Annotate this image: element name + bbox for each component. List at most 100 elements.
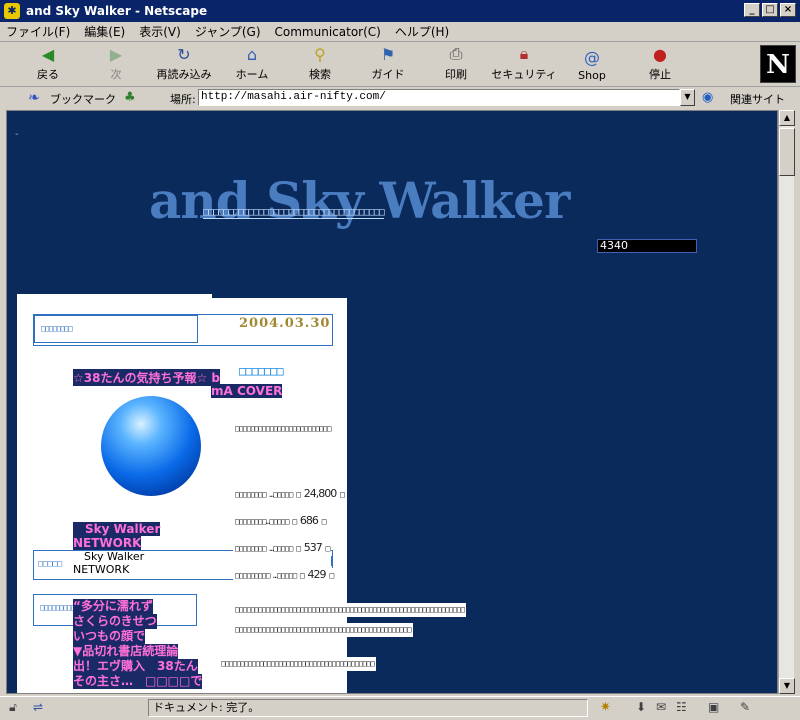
header-inner-box: □□□□□□□□ xyxy=(34,315,198,343)
description-text: □□□□□□□□□□□□□□□□□□□□□□□□□ xyxy=(233,422,333,436)
guide-signpost-icon: ⚑ xyxy=(380,44,396,64)
news-box-label: □□□□□□□□□ xyxy=(40,603,75,612)
network-link-line-1: Sky Walker xyxy=(73,522,161,536)
menu-view[interactable]: 表示(V) xyxy=(139,23,181,40)
post-date: 2004.03.30 xyxy=(239,316,331,331)
netscape-progress-icon: ✷ xyxy=(600,700,611,715)
back-label: 戻る xyxy=(37,68,59,81)
composer-icon[interactable]: ▣ xyxy=(708,700,719,714)
stat-row: □□□□□□□□□ …□□□□□ □ 429 □ xyxy=(233,568,336,583)
stat-end: □ xyxy=(329,571,334,580)
search-icon: ⚲ xyxy=(314,44,326,64)
online-connection-icon[interactable]: ⇌ xyxy=(26,700,50,716)
print-button[interactable]: ⎙ 印刷 xyxy=(422,43,490,85)
back-button[interactable]: ◀ 戻る xyxy=(14,43,82,85)
stop-label: 停止 xyxy=(649,68,671,81)
network-text[interactable]: Sky Walker NETWORK xyxy=(73,550,144,576)
news-item[interactable]: いつもの顔で xyxy=(73,629,146,644)
blue-sphere-image[interactable] xyxy=(101,396,201,496)
reload-icon: ↻ xyxy=(177,44,191,64)
maximize-button[interactable]: □ xyxy=(762,3,778,17)
minimize-button[interactable]: _ xyxy=(744,3,760,17)
menu-go[interactable]: ジャンプ(G) xyxy=(195,23,261,40)
mail-icon[interactable]: ✉ xyxy=(656,700,666,714)
news-item[interactable]: さくらのきせつ xyxy=(73,614,157,629)
panel-notch xyxy=(212,294,347,298)
url-dropdown-button[interactable]: ▼ xyxy=(680,89,695,106)
news-list: “多分に濡れず さくらのきせつ いつもの顔で ▼品切れ書店続理論 出！エヴ購入 … xyxy=(73,599,203,689)
navigator-icon[interactable]: ⬇ xyxy=(636,700,646,714)
ad-link-subtitle[interactable]: mA COVER xyxy=(211,384,283,398)
forward-arrow-icon: ▶ xyxy=(109,44,123,64)
site-title[interactable]: and Sky Walker xyxy=(149,171,570,230)
security-lock-icon[interactable]: 🔓︎ xyxy=(4,700,22,716)
scroll-up-button[interactable]: ▲ xyxy=(779,110,795,126)
network-text-line-1: Sky Walker xyxy=(73,550,145,563)
page-proxy-icon[interactable]: ♣ xyxy=(124,90,136,105)
security-button[interactable]: 🔒︎ セキュリティ xyxy=(490,43,558,85)
corner-dash: - xyxy=(15,129,19,140)
scroll-thumb[interactable] xyxy=(779,128,795,176)
security-label: セキュリティ xyxy=(491,68,557,81)
ad-link-title[interactable]: ☆38たんの気持ち予報☆ b xyxy=(73,369,220,386)
bookmark-icon[interactable]: ❧ xyxy=(28,90,40,106)
print-label: 印刷 xyxy=(445,68,467,81)
shop-bag-icon: @ xyxy=(584,47,600,67)
news-item[interactable]: 出！エヴ購入 38たん xyxy=(73,659,198,674)
news-item[interactable]: ▼品切れ書店続理論 xyxy=(73,644,179,659)
body-text-line: □□□□□□□□□□□□□□□□□□□□□□□□□□□□□□□□□□□□□□□□… xyxy=(233,603,466,617)
related-sites-button[interactable]: 関連サイト xyxy=(730,91,785,107)
search-button[interactable]: ⚲ 検索 xyxy=(286,43,354,85)
forward-label: 次 xyxy=(110,68,122,81)
stop-traffic-light-icon: ● xyxy=(653,44,667,64)
guide-button[interactable]: ⚑ ガイド xyxy=(354,43,422,85)
bookmarks-button[interactable]: ブックマーク xyxy=(50,91,116,107)
menu-bar: ファイル(F) 編集(E) 表示(V) ジャンプ(G) Communicator… xyxy=(0,22,800,42)
stat-label: □□□□□□□□□ …□□□□□ □ xyxy=(235,571,305,580)
news-item[interactable]: “多分に濡れず xyxy=(73,599,153,614)
stop-button[interactable]: ● 停止 xyxy=(626,43,694,85)
discussion-icon[interactable]: ☷ xyxy=(676,700,687,714)
close-button[interactable]: × xyxy=(780,3,796,17)
stat-value: 429 xyxy=(307,568,327,581)
site-subtitle: □□□□□□□□□□□□□□□□□□□□□□□□□□□□□□□□□□□□ xyxy=(203,207,385,219)
reload-button[interactable]: ↻ 再読み込み xyxy=(150,43,218,85)
stat-label: □□□□□□□□ …□□□□□ □ xyxy=(235,490,301,499)
shop-button[interactable]: @ Shop xyxy=(558,43,626,85)
vertical-scrollbar[interactable]: ▲ ▼ xyxy=(778,110,795,694)
status-bar: 🔓︎ ⇌ ドキュメント: 完了。 ✷ ⬇ ✉ ☷ ▣ ✎ xyxy=(0,696,800,720)
stat-label: □□□□□□□□…□□□□□ □ xyxy=(235,517,297,526)
stat-value: 686 xyxy=(299,514,319,527)
header-label: □□□□□□□□ xyxy=(41,324,73,333)
menu-help[interactable]: ヘルプ(H) xyxy=(395,23,449,40)
home-button[interactable]: ⌂ ホーム xyxy=(218,43,286,85)
printer-icon: ⎙ xyxy=(449,44,463,63)
netscape-logo[interactable]: N xyxy=(760,45,796,83)
url-input[interactable]: http://masahi.air-nifty.com/ xyxy=(198,89,680,106)
access-counter: 4340 xyxy=(597,239,697,253)
network-text-line-2: NETWORK xyxy=(73,563,130,576)
guide-label: ガイド xyxy=(371,68,405,81)
related-sites-icon[interactable]: ◉ xyxy=(702,90,713,105)
network-link-pink[interactable]: Sky Walker NETWORK xyxy=(73,522,161,550)
padlock-icon: 🔒︎ xyxy=(519,44,529,63)
stat-label: □□□□□□□□ …□□□□□ □ xyxy=(235,544,301,553)
forward-button[interactable]: ▶ 次 xyxy=(82,43,150,85)
menu-edit[interactable]: 編集(E) xyxy=(84,23,125,40)
network-box-label: □□□□□ xyxy=(38,559,63,568)
reload-label: 再読み込み xyxy=(156,68,212,81)
menu-communicator[interactable]: Communicator(C) xyxy=(275,25,381,39)
network-link-line-2: NETWORK xyxy=(73,536,142,550)
scroll-down-button[interactable]: ▼ xyxy=(779,678,795,694)
body-text-line: □□□□□□□□□□□□□□□□□□□□□□□□□□□□□□□□□□□□□□□□… xyxy=(233,623,413,637)
location-bar: ❧ ブックマーク ♣ 場所: http://masahi.air-nifty.c… xyxy=(0,88,800,108)
body-text-line: □□□□□□□□□□□□□□□□□□□□□□□□□□□□□□□□□□□□□□□□ xyxy=(219,657,376,671)
menu-file[interactable]: ファイル(F) xyxy=(6,23,70,40)
netscape-app-icon[interactable]: ✱ xyxy=(4,3,20,19)
composer-pen-icon[interactable]: ✎ xyxy=(740,700,750,714)
title-bar: ✱ and Sky Walker - Netscape _ □ × xyxy=(0,0,800,22)
news-item[interactable]: その主さ… □□□□で xyxy=(73,674,203,689)
window-controls: _ □ × xyxy=(744,3,796,17)
back-arrow-icon: ◀ xyxy=(41,44,55,64)
stat-end: □ xyxy=(321,517,327,526)
